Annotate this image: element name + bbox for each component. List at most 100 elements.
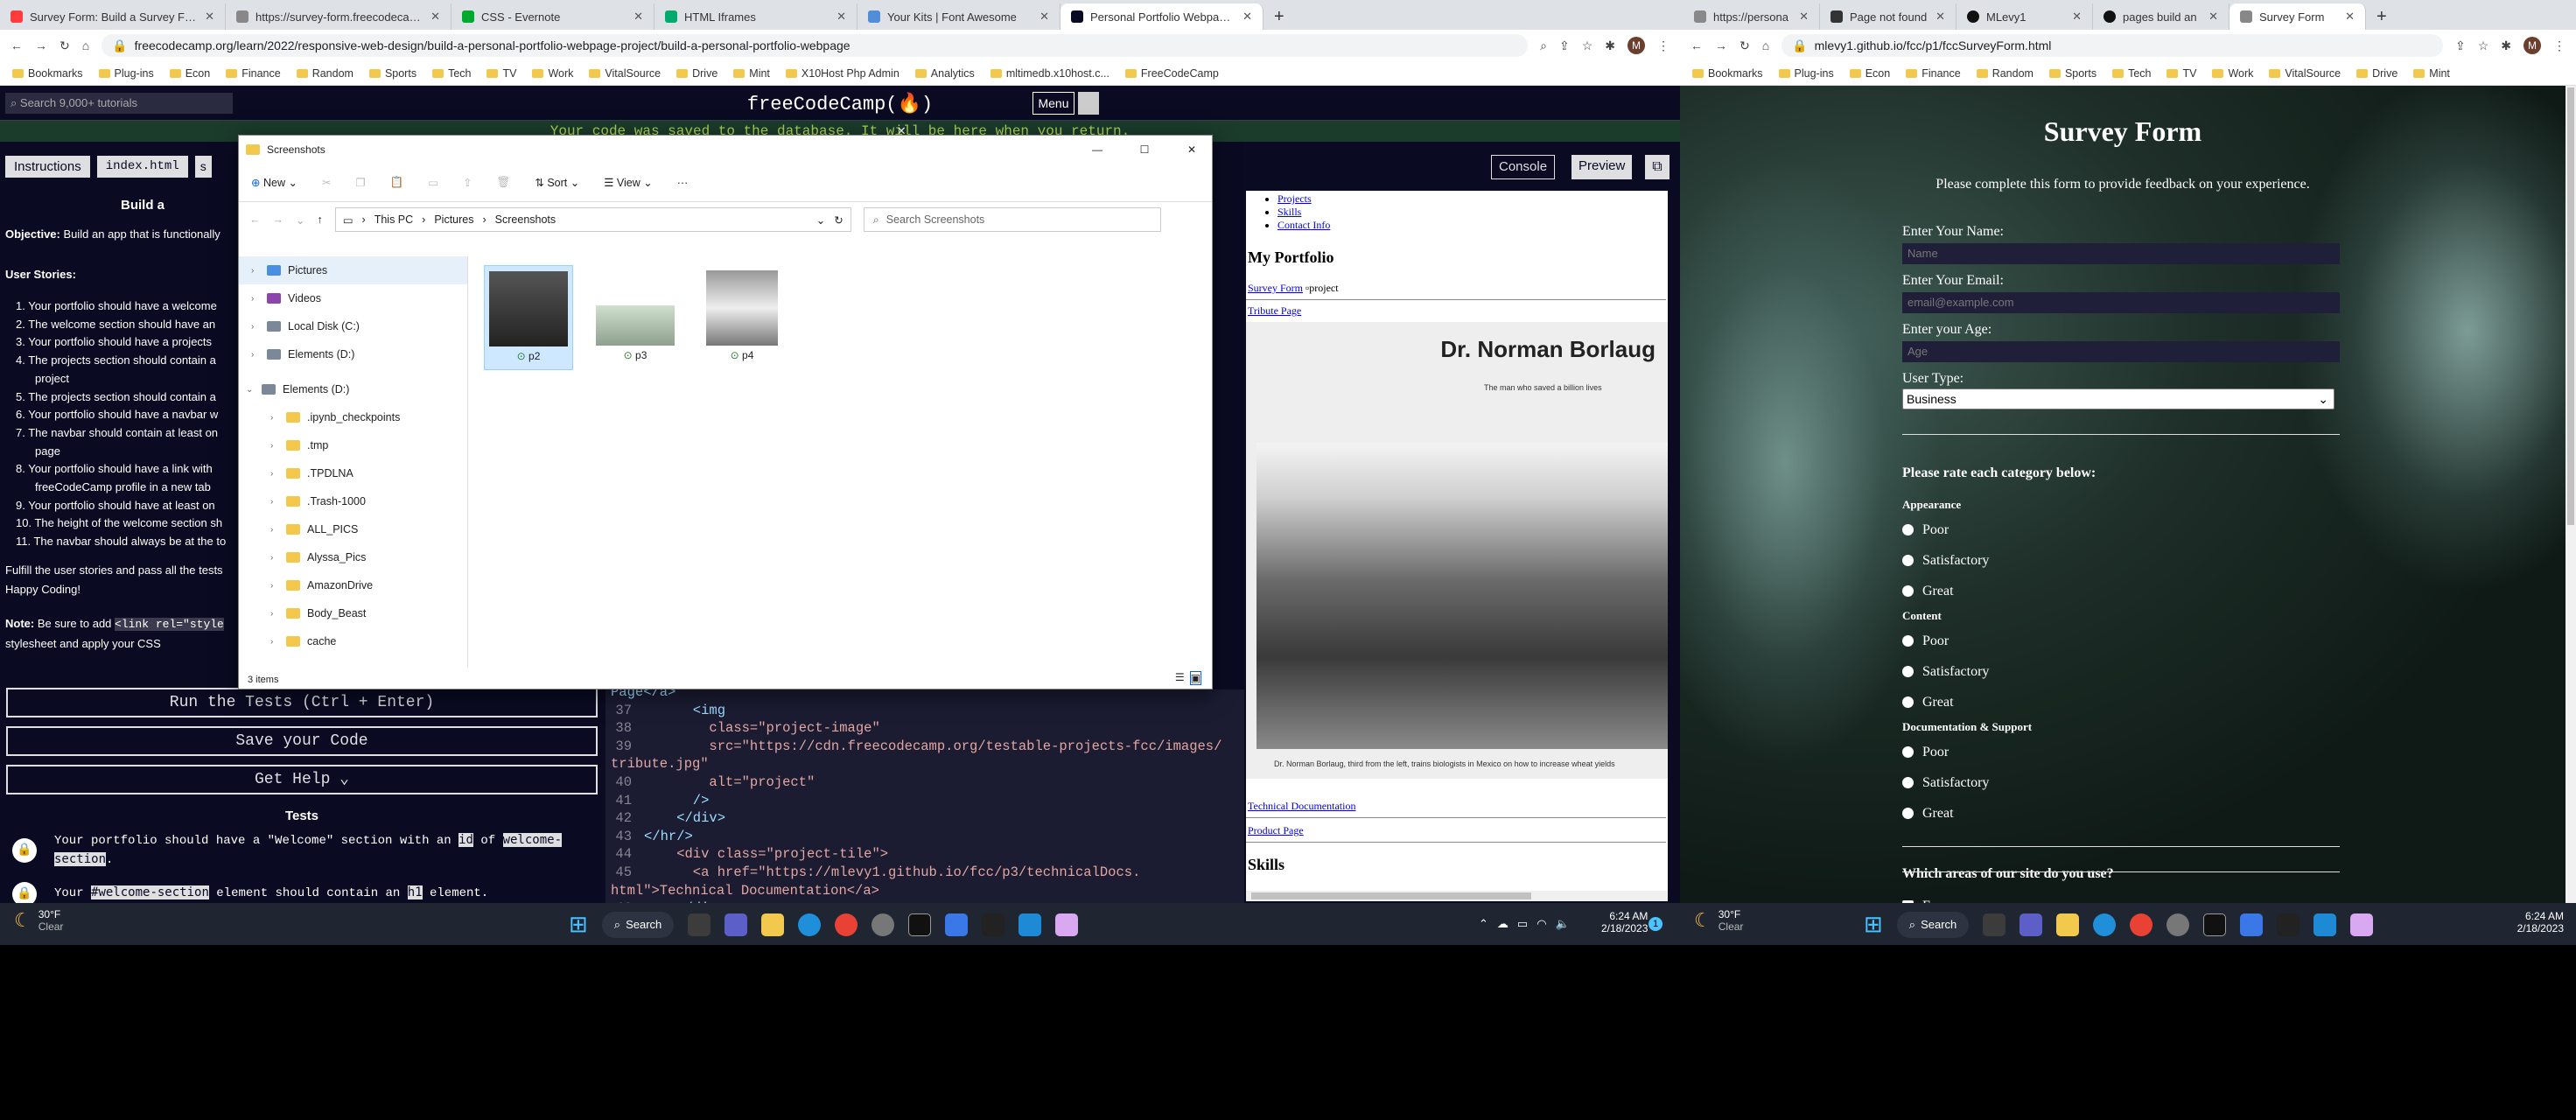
- terminal-icon[interactable]: [2203, 913, 2227, 936]
- tab-styles[interactable]: s: [194, 156, 212, 178]
- back-icon[interactable]: ←: [249, 214, 261, 226]
- file-thumb-p4[interactable]: ⊙ p4: [697, 265, 787, 370]
- reload-icon[interactable]: ↻: [60, 38, 70, 53]
- file-thumb-p3[interactable]: ⊙ p3: [591, 265, 680, 370]
- share-icon[interactable]: ⇪: [2455, 38, 2466, 53]
- bookmark-star-icon[interactable]: ☆: [1582, 38, 1593, 53]
- tab-survey-form[interactable]: Survey Form: Build a Survey Form ✕: [0, 4, 226, 30]
- chevron-down-icon[interactable]: ⌄: [816, 214, 825, 227]
- powershell-icon[interactable]: [2240, 913, 2264, 936]
- tab-evernote[interactable]: CSS - Evernote ✕: [452, 4, 654, 30]
- sort-button[interactable]: ⇅ Sort ⌄: [535, 176, 579, 189]
- rating-option[interactable]: Satisfactory: [1902, 656, 2340, 687]
- tab-html-iframes[interactable]: HTML Iframes ✕: [654, 4, 858, 30]
- tab-pages-build[interactable]: pages build an ✕: [2093, 4, 2230, 30]
- tab-index-html[interactable]: index.html: [96, 156, 188, 178]
- tree-item[interactable]: › AmazonDrive: [239, 571, 467, 599]
- teams-chat-icon[interactable]: [2020, 913, 2043, 936]
- file-explorer-icon[interactable]: [2056, 913, 2080, 936]
- radio-button[interactable]: [1902, 666, 1914, 677]
- rating-option[interactable]: Satisfactory: [1902, 767, 2340, 798]
- chevron-right-icon[interactable]: ›: [270, 469, 279, 479]
- profile-avatar[interactable]: M: [2524, 37, 2541, 54]
- bookmark-item[interactable]: VitalSource: [2269, 67, 2341, 80]
- taskbar-search[interactable]: ⌕ Search: [601, 911, 675, 938]
- radio-button[interactable]: [1902, 808, 1914, 819]
- cmd-icon[interactable]: [2277, 913, 2300, 936]
- chevron-right-icon[interactable]: ›: [270, 497, 279, 507]
- chevron-right-icon[interactable]: ›: [270, 553, 279, 563]
- cloud-icon[interactable]: ☁: [1497, 917, 1508, 931]
- back-icon[interactable]: ←: [1690, 38, 1703, 52]
- edge-icon[interactable]: [2093, 913, 2117, 936]
- share-icon[interactable]: ⇪: [463, 176, 472, 189]
- bookmark-item[interactable]: TV: [486, 67, 516, 80]
- forward-icon[interactable]: →: [1715, 38, 1727, 52]
- bookmark-item[interactable]: Finance: [226, 67, 281, 80]
- technical-docs-link[interactable]: Technical Documentation: [1248, 800, 1355, 813]
- tab-personal[interactable]: https://persona ✕: [1684, 4, 1820, 30]
- radio-button[interactable]: [1902, 585, 1914, 597]
- bookmark-item[interactable]: Mint: [733, 67, 770, 80]
- vscode-icon[interactable]: [1018, 913, 1042, 936]
- tab-portfolio-active[interactable]: Personal Portfolio Webpage: Buil ✕: [1060, 4, 1264, 30]
- chrome-icon[interactable]: [2130, 913, 2153, 936]
- scrollbar-track[interactable]: [2566, 86, 2576, 903]
- close-icon[interactable]: ✕: [1936, 10, 1945, 24]
- bookmark-item[interactable]: Plug-ins: [1778, 67, 1834, 80]
- chevron-right-icon[interactable]: ›: [270, 413, 279, 423]
- home-icon[interactable]: ⌂: [1762, 38, 1769, 52]
- bookmark-item[interactable]: TV: [2166, 67, 2196, 80]
- console-button[interactable]: Console: [1491, 155, 1556, 179]
- search-screenshots-input[interactable]: ⌕ Search Screenshots: [863, 207, 1161, 232]
- rename-icon[interactable]: ▭: [428, 176, 438, 189]
- chrome-icon[interactable]: [835, 913, 858, 936]
- tab-mlevy1[interactable]: MLevy1 ✕: [1956, 4, 2093, 30]
- close-icon[interactable]: ✕: [2208, 10, 2218, 24]
- bookmark-item[interactable]: Finance: [1906, 67, 1961, 80]
- bookmark-star-icon[interactable]: ☆: [2478, 38, 2489, 53]
- file-explorer-icon[interactable]: [761, 913, 785, 936]
- tree-item[interactable]: › .ipynb_checkpoints: [239, 403, 467, 431]
- chevron-right-icon[interactable]: ›: [251, 322, 260, 332]
- get-help-button[interactable]: Get Help ⌄: [6, 765, 598, 794]
- tab-survey-form-fcc[interactable]: https://survey-form.freecodecamp. ✕: [226, 4, 452, 30]
- tree-item[interactable]: › Body_Beast: [239, 599, 467, 627]
- popout-icon[interactable]: ⧉: [1645, 155, 1670, 179]
- task-view-icon[interactable]: [1983, 913, 2006, 936]
- new-tab-button[interactable]: +: [2366, 4, 2401, 30]
- tree-item[interactable]: › ALL_PICS: [239, 515, 467, 543]
- tree-item[interactable]: › Elements (D:): [239, 340, 467, 368]
- bookmark-item[interactable]: mltimedb.x10host.c...: [990, 67, 1110, 80]
- windows-start-icon[interactable]: ⊞: [569, 911, 588, 938]
- bookmark-item[interactable]: Bookmarks: [1692, 67, 1763, 80]
- scroll-thumb[interactable]: [2567, 88, 2574, 525]
- bookmark-item[interactable]: Plug-ins: [98, 67, 154, 80]
- clock[interactable]: 6:24 AM 2/18/2023: [2517, 910, 2564, 934]
- name-input[interactable]: Name: [1902, 243, 2340, 264]
- product-page-link[interactable]: Product Page: [1248, 824, 1304, 837]
- home-icon[interactable]: ⌂: [82, 38, 89, 52]
- minimize-icon[interactable]: —: [1077, 144, 1117, 156]
- terminal-icon[interactable]: [908, 913, 932, 936]
- email-input[interactable]: email@example.com: [1902, 292, 2340, 313]
- new-tab-button[interactable]: +: [1264, 4, 1298, 30]
- radio-button[interactable]: [1902, 555, 1914, 566]
- scroll-thumb[interactable]: [1251, 892, 1531, 900]
- fcc-search-box[interactable]: ⌕ Search 9,000+ tutorials: [5, 93, 233, 114]
- radio-button[interactable]: [1902, 746, 1914, 758]
- tiles-view-icon[interactable]: ▣: [1189, 671, 1201, 685]
- extensions-icon[interactable]: ✱: [1605, 38, 1615, 53]
- tab-page-not-found[interactable]: Page not found ✕: [1820, 4, 1956, 30]
- bookmark-item[interactable]: Tech: [2112, 67, 2151, 80]
- url-field[interactable]: 🔒 mlevy1.github.io/fcc/p1/fccSurveyForm.h…: [1782, 34, 2443, 57]
- profile-avatar[interactable]: M: [1628, 37, 1645, 54]
- photos-icon[interactable]: [1055, 913, 1079, 936]
- new-button[interactable]: ⊕ New ⌄: [251, 176, 298, 189]
- menu-dots-icon[interactable]: ⋮: [1657, 38, 1670, 53]
- network-icon[interactable]: ▭: [1517, 917, 1528, 931]
- save-code-button[interactable]: Save your Code: [6, 726, 598, 756]
- survey-form-link[interactable]: Survey Form: [1248, 282, 1303, 294]
- preview-scrollbar[interactable]: [1246, 891, 1668, 901]
- tree-item[interactable]: ⌄ Elements (D:): [239, 375, 467, 403]
